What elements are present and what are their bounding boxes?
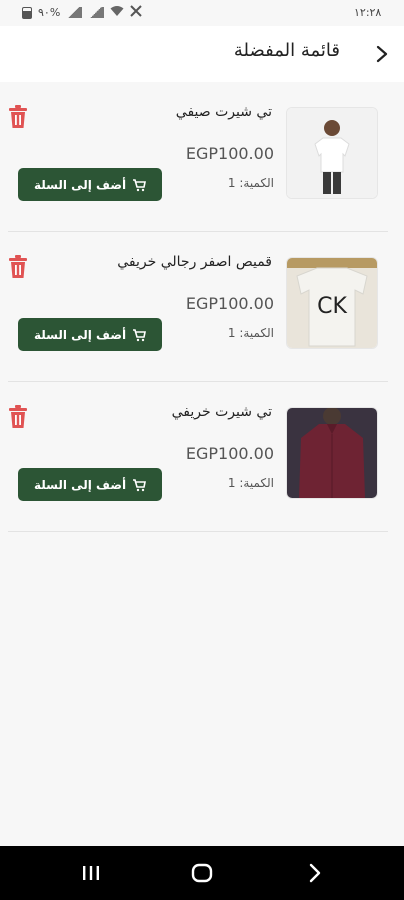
product-name[interactable]: قميص اصفر رجالي خريفي (117, 254, 272, 270)
product-quantity: الكمية: 1 (227, 476, 274, 490)
product-quantity: الكمية: 1 (227, 176, 274, 190)
status-time: ١٢:٢٨ (354, 6, 382, 19)
list-item: CK قميص اصفر رجالي خريفي EGP100.00 الكمي… (0, 232, 404, 382)
battery-level: ٩٠% (38, 6, 61, 19)
cart-icon (132, 178, 147, 192)
cart-icon (132, 478, 147, 492)
product-price: EGP100.00 (185, 144, 274, 163)
add-to-cart-label: أضف إلى السلة (33, 477, 127, 492)
back-nav-icon[interactable] (302, 860, 328, 886)
trash-icon[interactable] (6, 254, 30, 280)
product-image[interactable]: CK (286, 257, 378, 349)
signal-icon-2 (88, 7, 105, 18)
add-to-cart-button[interactable]: أضف إلى السلة (18, 168, 162, 201)
home-icon[interactable] (189, 860, 215, 886)
trash-icon[interactable] (6, 104, 30, 130)
status-icons: ٩٠% (22, 5, 142, 20)
divider (8, 531, 388, 532)
trash-icon[interactable] (6, 404, 30, 430)
list-item: تي شيرت خريفي EGP100.00 الكمية: 1 أضف إل… (0, 382, 404, 532)
cart-icon (132, 328, 147, 342)
app-header: قائمة المفضلة (0, 26, 404, 82)
add-to-cart-button[interactable]: أضف إلى السلة (18, 468, 162, 501)
add-to-cart-label: أضف إلى السلة (33, 327, 127, 342)
system-nav-bar (0, 846, 404, 900)
list-item: تي شيرت صيفي EGP100.00 الكمية: 1 أضف إلى… (0, 82, 404, 232)
product-image[interactable] (286, 107, 378, 199)
status-bar: ٩٠% ١٢:٢٨ (0, 0, 404, 26)
svg-text:CK: CK (317, 294, 347, 319)
add-to-cart-button[interactable]: أضف إلى السلة (18, 318, 162, 351)
product-image[interactable] (286, 407, 378, 499)
page-title: قائمة المفضلة (233, 40, 340, 61)
recent-apps-icon[interactable] (78, 860, 104, 886)
wifi-icon (110, 5, 124, 20)
product-name[interactable]: تي شيرت صيفي (176, 104, 272, 120)
signal-icon (66, 7, 83, 18)
add-to-cart-label: أضف إلى السلة (33, 177, 127, 192)
product-quantity: الكمية: 1 (227, 326, 274, 340)
product-price: EGP100.00 (185, 444, 274, 463)
battery-icon (22, 6, 32, 19)
product-name[interactable]: تي شيرت خريفي (172, 404, 272, 420)
notification-icon (130, 5, 142, 20)
back-arrow-icon[interactable] (370, 40, 394, 68)
product-price: EGP100.00 (185, 294, 274, 313)
